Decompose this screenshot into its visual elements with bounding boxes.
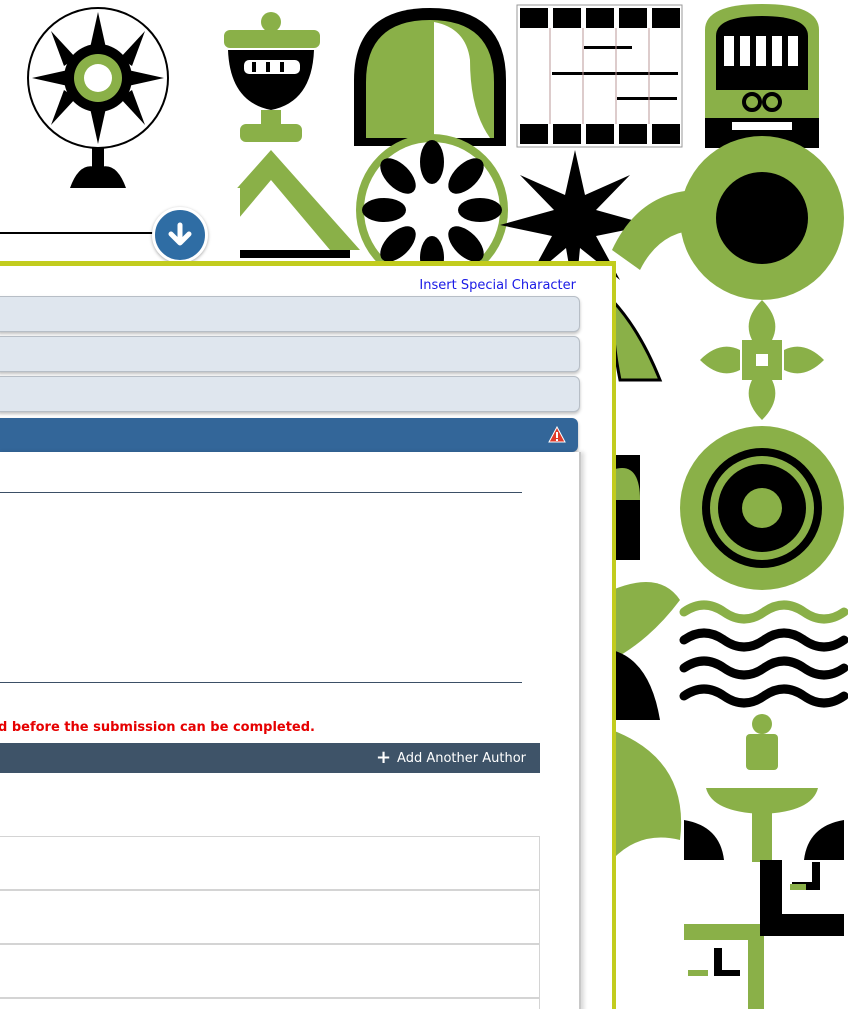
corner-marks-icon	[684, 860, 844, 1009]
cross-flower-icon	[700, 300, 824, 420]
window-building-icon	[705, 4, 819, 148]
section-divider-bottom	[0, 682, 522, 683]
author-row[interactable]	[0, 836, 540, 890]
rosette-icon	[680, 426, 844, 590]
insert-special-character-link[interactable]: Insert Special Character	[419, 278, 576, 293]
sun-medallion-icon	[27, 7, 169, 188]
warning-triangle-icon	[548, 426, 566, 443]
add-another-author-button[interactable]: + Add Another Author	[376, 749, 526, 767]
section-divider-top	[0, 492, 522, 493]
add-author-label: Add Another Author	[397, 750, 526, 766]
authors-section-body: d before the submission can be completed…	[0, 452, 581, 1009]
plus-icon: +	[375, 747, 392, 768]
form-section-collapsed-2[interactable]	[0, 336, 580, 372]
scroll-down-button[interactable]	[152, 207, 208, 263]
ring-icon	[680, 136, 844, 300]
submission-form-panel: Insert Special Character d before the su…	[0, 261, 616, 1009]
arrow-down-circle-icon	[168, 222, 192, 246]
header-divider	[0, 232, 165, 234]
author-row[interactable]	[0, 890, 540, 944]
waves-icon	[679, 600, 848, 708]
fountain-icon	[684, 714, 844, 862]
form-section-authors-header[interactable]	[0, 418, 578, 452]
author-row[interactable]	[0, 944, 540, 998]
validation-error-message: d before the submission can be completed…	[0, 720, 315, 735]
grid-panel-icon	[516, 4, 683, 148]
form-section-collapsed-3[interactable]	[0, 376, 580, 412]
author-row[interactable]	[0, 998, 540, 1009]
arch-icon	[354, 8, 506, 146]
form-section-collapsed-1[interactable]	[0, 296, 580, 332]
author-list-header: + Add Another Author	[0, 743, 540, 773]
